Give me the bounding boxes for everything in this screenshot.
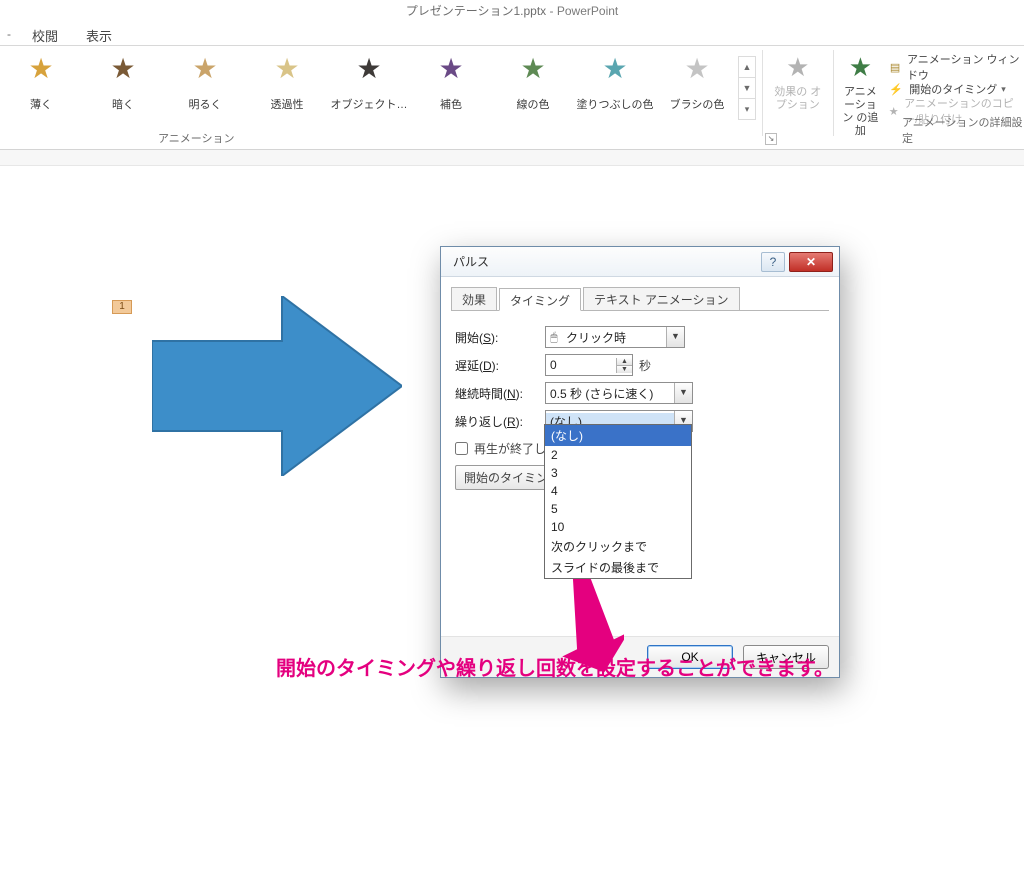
effect-options-label: 効果の オプション [769,86,827,112]
gallery-scroll: ▲ ▼ ▾ [738,56,756,120]
gallery-item-label: ブラシの色 [656,96,738,112]
separator [833,50,834,136]
gallery-item-4[interactable]: ★ オブジェクト… [328,52,410,112]
ribbon: ★薄く★暗く★明るく★透過性★オブジェクト…★補色★線の色★塗りつぶしの色★ブラ… [0,46,1024,150]
add-animation-label: アニメーション の追加 [839,86,881,138]
duration-label: 継続時間(N): [455,385,545,402]
gallery-scroll-up-icon[interactable]: ▲ [739,57,755,78]
star-icon: ★ [769,52,827,82]
animation-gallery: ★薄く★暗く★明るく★透過性★オブジェクト…★補色★線の色★塗りつぶしの色★ブラ… [0,46,756,142]
star-icon: ★ [328,52,410,86]
gallery-item-3[interactable]: ★ 透過性 [246,52,328,112]
gallery-item-0[interactable]: ★ 薄く [0,52,82,112]
gallery-item-5[interactable]: ★ 補色 [410,52,492,112]
dialog-title: パルス [453,253,761,270]
effect-options-group: ★ 効果の オプション [769,46,827,142]
rewind-checkbox[interactable] [455,442,468,455]
start-label: 開始(S): [455,329,545,346]
spin-up-icon[interactable]: ▲ [616,358,632,366]
help-button[interactable]: ? [761,252,785,272]
tab-review[interactable]: 校閲 [32,26,58,45]
advanced-group-label: アニメーションの詳細設定 [902,114,1024,146]
dialog-tabs: 効果 タイミング テキスト アニメーション [451,287,829,311]
title-bar: プレゼンテーション1.pptx - PowerPoint [0,0,1024,22]
repeat-option[interactable]: スライドの最後まで [545,557,691,578]
pane-icon: ▤ [887,61,903,74]
chevron-down-icon[interactable]: ▼ [666,327,684,347]
effect-options-button: ★ 効果の オプション [769,52,827,112]
gallery-expand-icon[interactable]: ▾ [739,99,755,119]
gallery-item-label: 透過性 [246,96,328,112]
gallery-item-label: 塗りつぶしの色 [574,96,656,112]
gallery-item-1[interactable]: ★ 暗く [82,52,164,112]
advanced-animation-column: ▤ アニメーション ウィンドウ ⚡ 開始のタイミング ▾ ★ アニメーションのコ… [887,52,1024,122]
gallery-item-label: 線の色 [492,96,574,112]
gallery-item-label: 補色 [410,96,492,112]
tab-effect[interactable]: 効果 [451,287,497,310]
tab-stub[interactable]: - [0,27,18,45]
animation-pane-button[interactable]: ▤ アニメーション ウィンドウ [887,56,1024,78]
arrow-shape[interactable] [152,296,402,476]
dialog-launcher-icon[interactable]: ↘ [765,133,777,145]
app-name: PowerPoint [557,4,618,18]
repeat-option[interactable]: (なし) [545,425,691,446]
spin-down-icon[interactable]: ▼ [616,366,632,373]
star-icon: ★ [164,52,246,86]
mouse-icon: 🖱 [546,330,562,345]
slide-canvas: 1 パルス ? ✕ 効果 タイミング テキスト アニメーション 開始(S): 🖱 [0,166,1024,895]
chevron-down-icon[interactable]: ▼ [674,383,692,403]
dialog-titlebar[interactable]: パルス ? ✕ [441,247,839,277]
duration-dropdown[interactable]: 0.5 秒 (さらに速く) ▼ [545,382,693,404]
start-dropdown[interactable]: 🖱 クリック時 ▼ [545,326,685,348]
duration-value: 0.5 秒 (さらに速く) [546,385,674,402]
gallery-item-2[interactable]: ★ 明るく [164,52,246,112]
tab-text-animation[interactable]: テキスト アニメーション [583,287,740,310]
repeat-option[interactable]: 3 [545,464,691,482]
chevron-down-icon: ▾ [1001,84,1006,95]
gallery-item-label: 暗く [82,96,164,112]
animation-pane-label: アニメーション ウィンドウ [907,51,1024,83]
tab-view[interactable]: 表示 [86,26,112,45]
close-button[interactable]: ✕ [789,252,833,272]
annotation-caption: 開始のタイミングや繰り返し回数を設定することができます。 [276,652,834,681]
ribbon-tabs: - 校閲 表示 [0,22,1024,46]
gallery-item-8[interactable]: ★ ブラシの色 [656,52,738,112]
star-icon: ★ [656,52,738,86]
gallery-item-7[interactable]: ★ 塗りつぶしの色 [574,52,656,112]
repeat-option[interactable]: 4 [545,482,691,500]
delay-label: 遅延(D): [455,357,545,374]
repeat-option[interactable]: 次のクリックまで [545,536,691,557]
delay-unit: 秒 [639,357,651,374]
add-animation-button[interactable]: ★ アニメーション の追加 [839,52,881,138]
gallery-item-label: オブジェクト… [328,96,410,112]
repeat-dropdown-list: (なし)234510次のクリックまでスライドの最後まで [544,424,692,579]
star-icon: ★ [410,52,492,86]
star-icon: ★ [574,52,656,86]
gallery-item-label: 明るく [164,96,246,112]
ruler [0,150,1024,166]
gallery-item-6[interactable]: ★ 線の色 [492,52,574,112]
gallery-item-label: 薄く [0,96,82,112]
animation-timing-dialog: パルス ? ✕ 効果 タイミング テキスト アニメーション 開始(S): 🖱 ク… [440,246,840,678]
separator [762,50,763,136]
document-filename: プレゼンテーション1.pptx [406,4,546,18]
delay-value: 0 [546,358,616,372]
star-icon: ★ [492,52,574,86]
repeat-option[interactable]: 5 [545,500,691,518]
animation-group-label: アニメーション [158,130,235,146]
painter-star-icon: ★ [887,105,900,118]
star-icon: ★ [246,52,328,86]
repeat-label: 繰り返し(R): [455,413,545,430]
gallery-scroll-down-icon[interactable]: ▼ [739,78,755,99]
delay-spinner[interactable]: 0 ▲▼ [545,354,633,376]
repeat-option[interactable]: 10 [545,518,691,536]
bolt-icon: ⚡ [887,83,905,96]
star-icon: ★ [82,52,164,86]
start-value: クリック時 [562,329,666,346]
animation-order-tag[interactable]: 1 [112,300,132,314]
tab-timing[interactable]: タイミング [499,288,581,311]
repeat-option[interactable]: 2 [545,446,691,464]
sparkle-star-icon: ★ [839,52,881,82]
star-icon: ★ [0,52,82,86]
